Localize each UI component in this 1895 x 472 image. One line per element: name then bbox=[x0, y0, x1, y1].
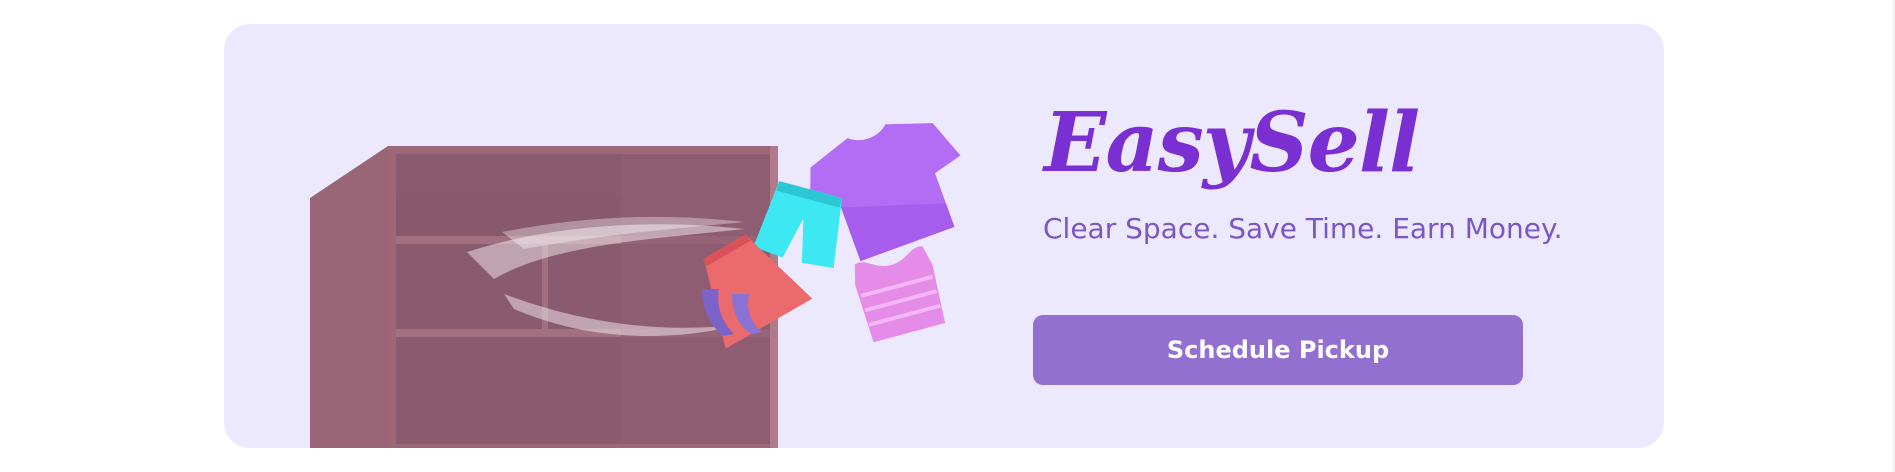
closet-illustration bbox=[310, 123, 961, 448]
schedule-pickup-button[interactable]: Schedule Pickup bbox=[1033, 315, 1523, 385]
hero-banner: EasySell Clear Space. Save Time. Earn Mo… bbox=[224, 24, 1664, 448]
brand-title: EasySell bbox=[1044, 95, 1420, 191]
page: EasySell Clear Space. Save Time. Earn Mo… bbox=[0, 0, 1895, 472]
tagline: Clear Space. Save Time. Earn Money. bbox=[1043, 212, 1563, 245]
